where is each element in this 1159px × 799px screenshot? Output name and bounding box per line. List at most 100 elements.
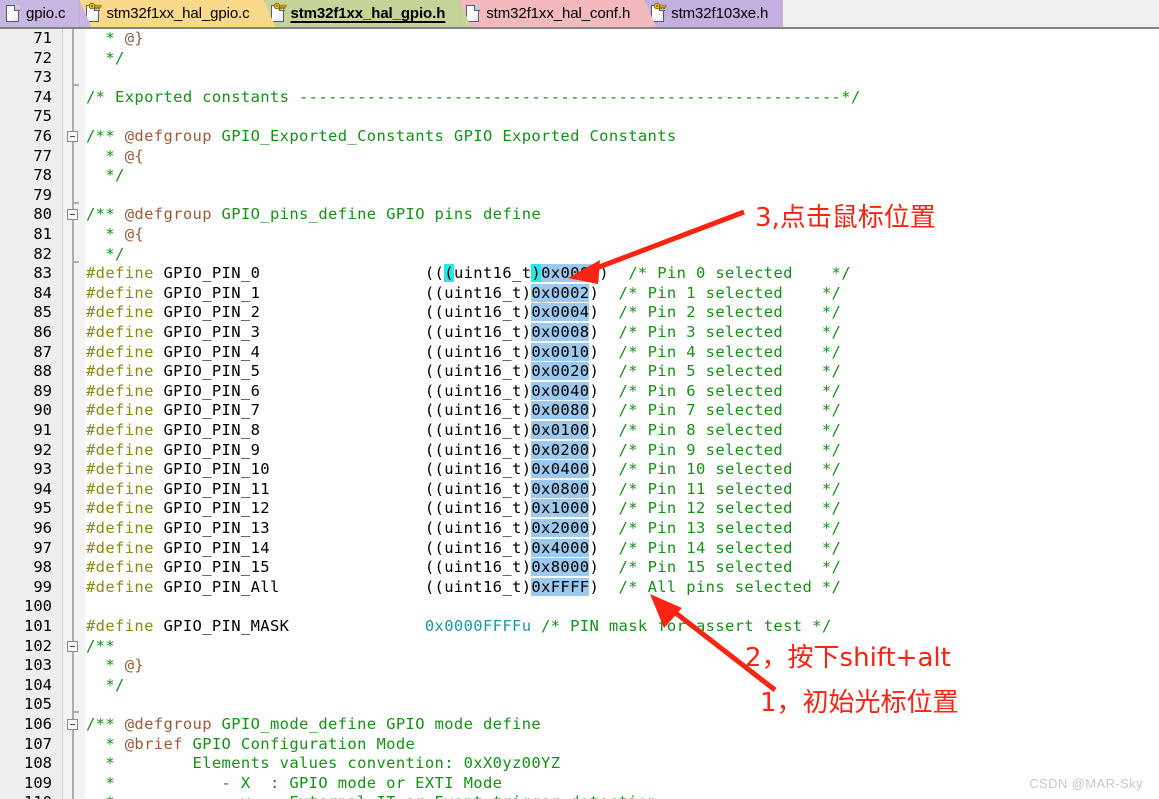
tab-stm32f1xx-hal-gpio-h[interactable]: stm32f1xx_hal_gpio.h bbox=[264, 0, 461, 27]
code-line[interactable]: #define GPIO_PIN_All ((uint16_t)0xFFFF) … bbox=[86, 577, 841, 598]
code-token: GPIO_PIN_14 ((uint16_t) bbox=[153, 538, 532, 557]
code-token: GPIO_PIN_1 ((uint16_t) bbox=[153, 283, 532, 302]
tab-stm32f1xx-hal-conf-h[interactable]: stm32f1xx_hal_conf.h bbox=[460, 0, 646, 27]
code-line[interactable]: #define GPIO_PIN_11 ((uint16_t)0x0800) /… bbox=[86, 479, 841, 500]
code-token: GPIO_PIN_All ((uint16_t) bbox=[153, 577, 532, 596]
code-line[interactable]: #define GPIO_PIN_15 ((uint16_t)0x8000) /… bbox=[86, 558, 841, 578]
code-line[interactable]: #define GPIO_PIN_4 ((uint16_t)0x0010) /*… bbox=[86, 342, 841, 363]
code-token: * bbox=[86, 29, 125, 47]
code-token: GPIO_PIN_3 ((uint16_t) bbox=[153, 323, 532, 341]
code-line[interactable]: #define GPIO_PIN_7 ((uint16_t)0x0080) /*… bbox=[86, 401, 841, 421]
code-line[interactable]: * @brief GPIO Configuration Mode bbox=[86, 735, 415, 755]
code-token: @{ bbox=[124, 225, 145, 243]
tab-label: stm32f1xx_hal_conf.h bbox=[486, 5, 631, 22]
code-line[interactable]: #define GPIO_PIN_10 ((uint16_t)0x0400) /… bbox=[86, 460, 841, 480]
code-token: */ bbox=[86, 244, 125, 263]
selected-hex-value: 0x0001 bbox=[541, 264, 600, 283]
code-token: /* Pin 14 selected */ bbox=[599, 538, 842, 557]
tab-label: stm32f1xx_hal_gpio.h bbox=[290, 5, 446, 22]
code-token: #define bbox=[86, 519, 154, 537]
code-line[interactable]: #define GPIO_PIN_12 ((uint16_t)0x1000) /… bbox=[86, 499, 841, 519]
code-line[interactable]: * @} bbox=[86, 656, 144, 676]
code-line[interactable]: #define GPIO_PIN_5 ((uint16_t)0x0020) /*… bbox=[86, 362, 841, 382]
code-token: * - y : External IT or Event trigger det… bbox=[86, 793, 657, 799]
code-token: /* Pin 5 selected */ bbox=[599, 362, 842, 381]
tab-label: gpio.c bbox=[26, 5, 66, 22]
code-line[interactable]: * - y : External IT or Event trigger det… bbox=[86, 793, 657, 799]
tab-gpio-c[interactable]: gpio.c bbox=[0, 0, 81, 27]
code-token: #define bbox=[86, 264, 154, 283]
file-icon bbox=[466, 4, 481, 23]
code-token: uint16_t bbox=[453, 264, 532, 283]
code-line[interactable]: #define GPIO_PIN_6 ((uint16_t)0x0040) /*… bbox=[86, 381, 841, 402]
code-line[interactable]: #define GPIO_PIN_2 ((uint16_t)0x0004) /*… bbox=[86, 303, 841, 323]
code-token: /** bbox=[86, 715, 125, 733]
editor-tab-bar: gpio.c stm32f1xx_hal_gpio.c stm32f1xx_hal_… bbox=[0, 0, 1159, 29]
selected-hex-value: 0x0020 bbox=[531, 362, 590, 381]
code-token: /* Pin 12 selected */ bbox=[599, 499, 842, 518]
watermark: CSDN @MAR-Sky bbox=[1029, 776, 1143, 791]
code-line[interactable]: #define GPIO_PIN_8 ((uint16_t)0x0100) /*… bbox=[86, 421, 841, 441]
code-token: @defgroup bbox=[124, 715, 212, 733]
code-token: /* Pin 10 selected */ bbox=[599, 460, 842, 479]
code-line[interactable]: * Elements values convention: 0xX0yz00YZ bbox=[86, 754, 560, 774]
code-token: /** bbox=[86, 636, 116, 655]
code-line[interactable]: #define GPIO_PIN_1 ((uint16_t)0x0002) /*… bbox=[86, 283, 841, 304]
code-token: GPIO_PIN_8 ((uint16_t) bbox=[153, 421, 532, 439]
code-token: /* Pin 7 selected */ bbox=[599, 401, 842, 420]
selected-hex-value: 0x2000 bbox=[531, 519, 590, 537]
code-token: #define bbox=[86, 362, 154, 381]
code-token: GPIO Configuration Mode bbox=[182, 734, 416, 753]
selected-hex-value: 0x0002 bbox=[531, 283, 590, 302]
code-line[interactable]: */ bbox=[86, 49, 125, 69]
code-line[interactable]: */ bbox=[86, 676, 125, 696]
code-line[interactable]: /** @defgroup GPIO_pins_define GPIO pins… bbox=[86, 205, 541, 225]
tab-bar-empty-space bbox=[783, 0, 1159, 27]
code-line[interactable]: /* Exported constants ------------------… bbox=[86, 88, 861, 108]
code-token: ) bbox=[589, 401, 600, 420]
code-token: GPIO_PIN_4 ((uint16_t) bbox=[153, 342, 532, 361]
selected-hex-value: 0x0800 bbox=[531, 479, 590, 498]
code-token: #define bbox=[86, 421, 154, 439]
code-token: GPIO_PIN_12 ((uint16_t) bbox=[153, 499, 532, 518]
code-line[interactable]: * @{ bbox=[86, 147, 144, 167]
code-line[interactable]: * @} bbox=[86, 29, 144, 49]
code-line[interactable]: #define GPIO_PIN_MASK 0x0000FFFFu /* PIN… bbox=[86, 617, 832, 637]
code-token: GPIO_PIN_11 ((uint16_t) bbox=[153, 479, 532, 498]
code-line[interactable]: */ bbox=[86, 166, 125, 186]
code-token: ) bbox=[589, 499, 600, 518]
annotation-text-2: 2，按下shift+alt bbox=[745, 643, 951, 673]
code-line[interactable]: * @{ bbox=[86, 225, 144, 245]
code-line[interactable]: */ bbox=[86, 245, 125, 265]
code-token: GPIO_PIN_2 ((uint16_t) bbox=[153, 303, 532, 322]
code-line[interactable]: #define GPIO_PIN_13 ((uint16_t)0x2000) /… bbox=[86, 519, 841, 539]
code-token: #define bbox=[86, 577, 154, 596]
code-line[interactable]: * - X : GPIO mode or EXTI Mode bbox=[86, 774, 502, 794]
code-text-area[interactable]: * @} */ /* Exported constants -----------… bbox=[0, 29, 1159, 799]
code-line[interactable]: /** @defgroup GPIO_mode_define GPIO mode… bbox=[86, 715, 541, 735]
code-token: GPIO_PIN_5 ((uint16_t) bbox=[153, 362, 532, 381]
code-token: @defgroup bbox=[124, 127, 212, 145]
code-token: ) bbox=[589, 440, 600, 459]
tab-stm32f103xe-h[interactable]: stm32f103xe.h bbox=[645, 0, 784, 27]
tab-stm32f1xx-hal-gpio-c[interactable]: stm32f1xx_hal_gpio.c bbox=[80, 0, 265, 27]
code-line[interactable]: /** bbox=[86, 637, 115, 657]
selected-hex-value: 0xFFFF bbox=[531, 577, 590, 596]
code-line[interactable]: #define GPIO_PIN_3 ((uint16_t)0x0008) /*… bbox=[86, 323, 841, 343]
code-token: #define bbox=[86, 440, 154, 459]
code-token: ) bbox=[589, 421, 600, 439]
selected-hex-value: 0x0400 bbox=[531, 460, 590, 479]
code-line[interactable]: #define GPIO_PIN_9 ((uint16_t)0x0200) /*… bbox=[86, 440, 841, 461]
code-token: * bbox=[86, 146, 125, 165]
code-line[interactable]: #define GPIO_PIN_14 ((uint16_t)0x4000) /… bbox=[86, 538, 842, 559]
code-token: ) bbox=[589, 323, 600, 341]
code-line[interactable]: #define GPIO_PIN_0 (((uint16_t)0x0001) /… bbox=[86, 264, 851, 284]
code-token: * bbox=[86, 225, 125, 243]
code-line[interactable]: /** @defgroup GPIO_Exported_Constants GP… bbox=[86, 127, 677, 147]
code-token: #define bbox=[86, 381, 154, 400]
selected-hex-value: 0x1000 bbox=[531, 499, 590, 518]
code-editor[interactable]: 71 72 73 74 75 76 77 78 79 80 81 82 83 84 85 86 87 88 89 90… bbox=[0, 29, 1159, 799]
selected-hex-value: 0x0040 bbox=[531, 381, 590, 400]
bracket-match-open: ( bbox=[444, 264, 454, 283]
code-token: ) bbox=[599, 264, 609, 283]
